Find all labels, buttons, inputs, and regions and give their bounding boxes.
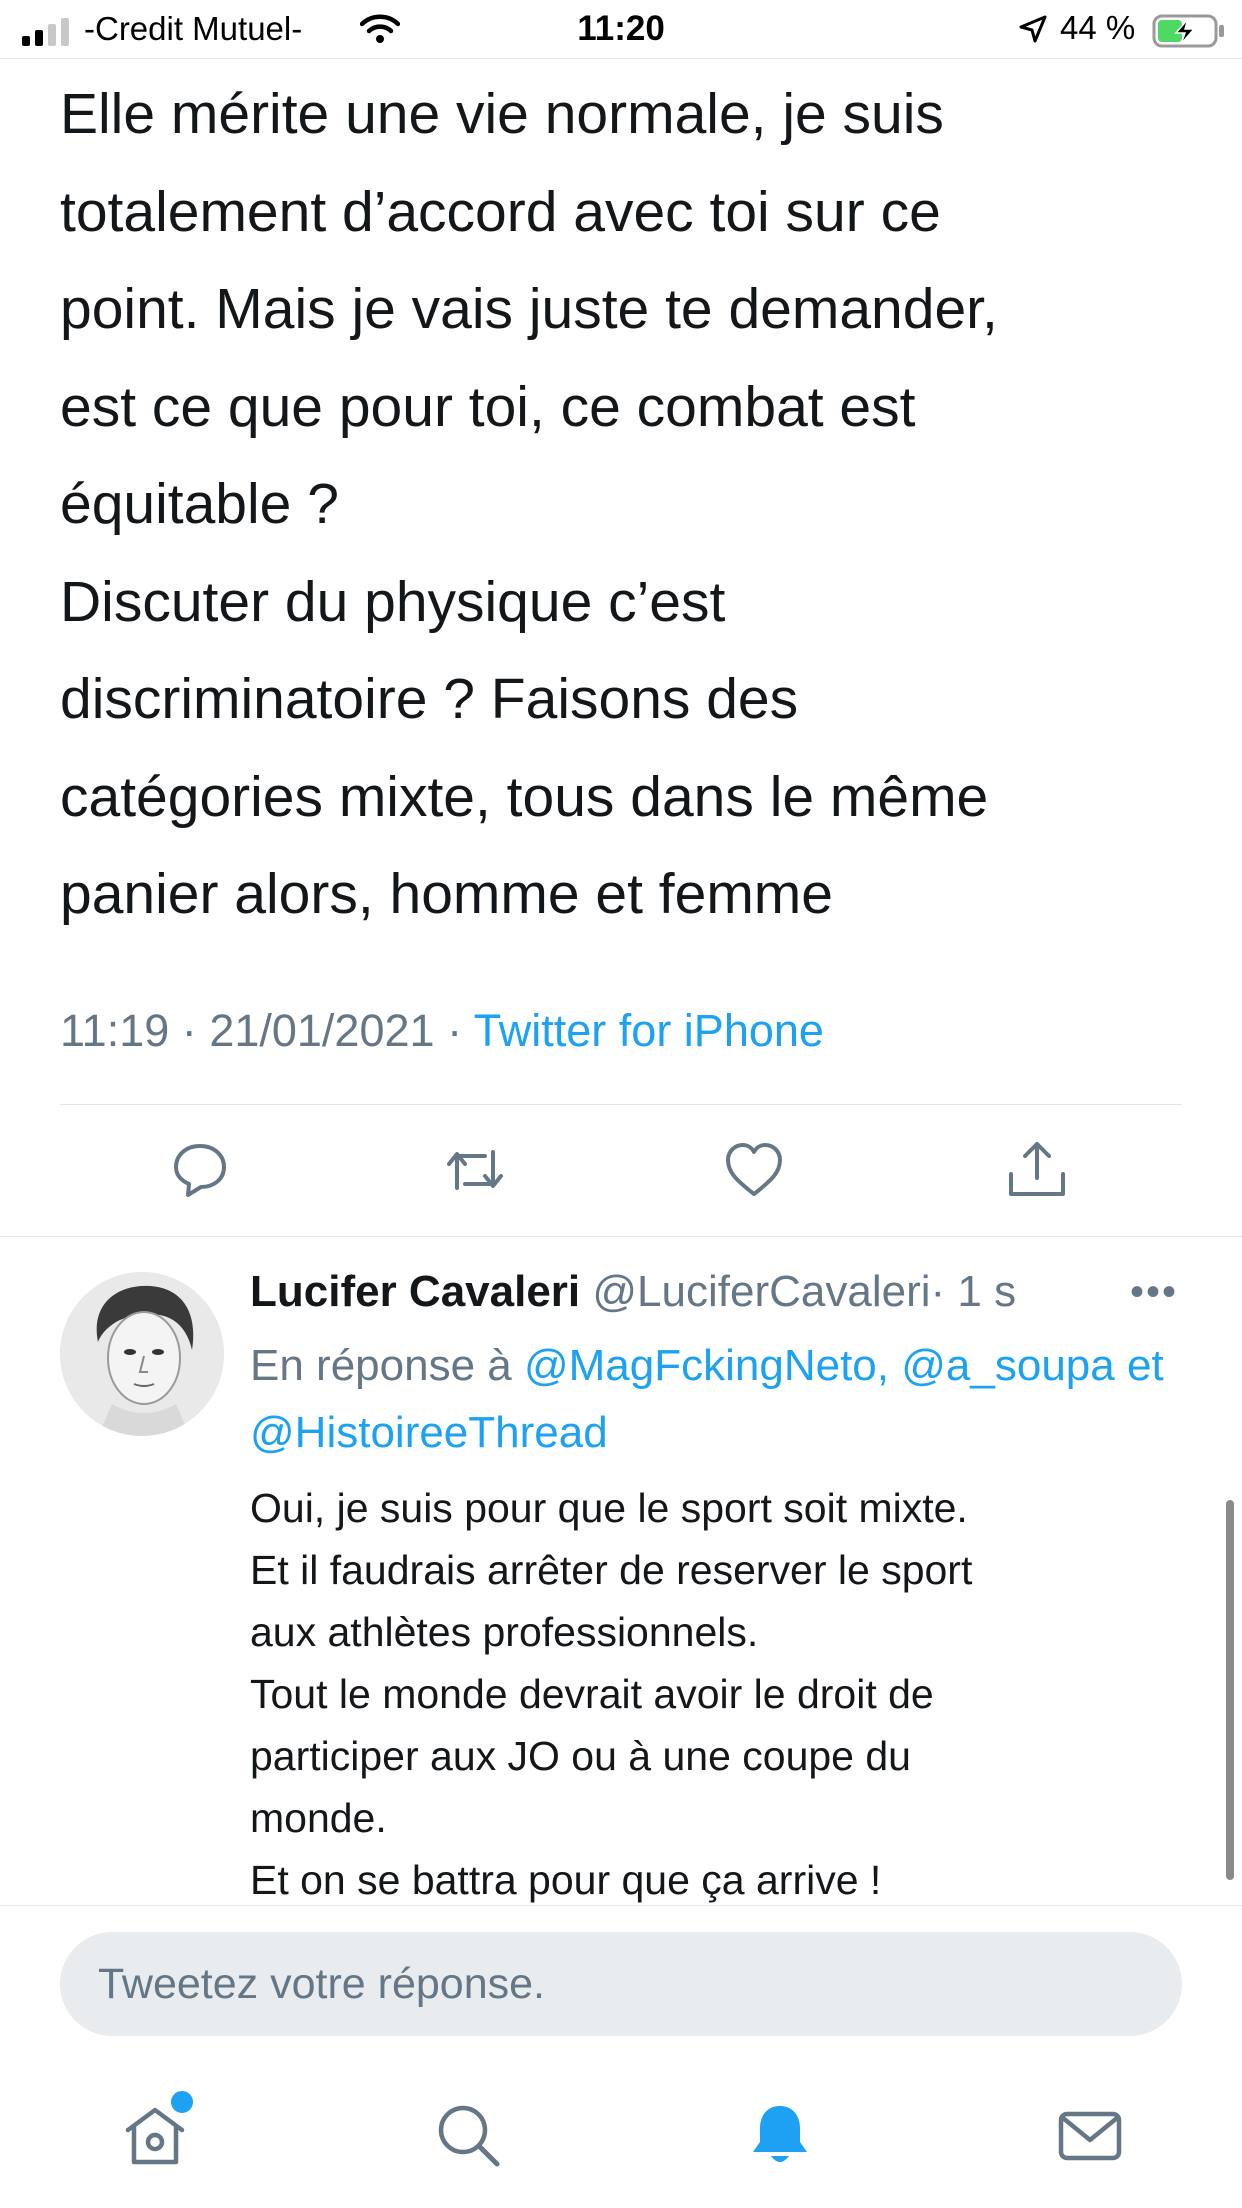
share-icon[interactable] <box>1005 1138 1069 1202</box>
status-time: 11:20 <box>577 9 665 48</box>
tab-messages[interactable] <box>1055 2100 1125 2170</box>
compose-placeholder: Tweetez votre réponse. <box>98 1960 545 2008</box>
avatar[interactable] <box>60 1272 224 1436</box>
in-reply-prefix: En réponse à <box>250 1341 512 1390</box>
divider <box>60 1104 1182 1105</box>
mention-link[interactable]: @HistoireeThread <box>250 1408 608 1457</box>
reply-compose-field[interactable]: Tweetez votre réponse. <box>60 1932 1182 2036</box>
tab-search[interactable] <box>433 2100 503 2170</box>
meta-separator: · <box>447 1005 463 1056</box>
in-reply-conjunction: et <box>1126 1341 1164 1390</box>
location-arrow-icon <box>1019 15 1047 43</box>
notifications-icon <box>753 2106 807 2162</box>
tab-notifications[interactable] <box>745 2100 815 2170</box>
retweet-icon[interactable] <box>443 1138 507 1202</box>
tweet-time: 11:19 <box>60 1005 170 1056</box>
battery-icon <box>1152 14 1224 48</box>
reply-author-name[interactable]: Lucifer Cavaleri <box>250 1267 580 1316</box>
scrollbar[interactable] <box>1226 1500 1234 1880</box>
more-options-icon[interactable]: ••• <box>1130 1270 1178 1315</box>
mention-link[interactable]: @MagFckingNeto, <box>524 1341 889 1390</box>
notification-dot <box>168 2088 196 2116</box>
battery-percent: 44 % <box>1060 9 1136 46</box>
meta-separator: · <box>181 1005 197 1056</box>
reply-text: Oui, je suis pour que le sport soit mixt… <box>250 1485 973 1903</box>
divider <box>0 1236 1242 1237</box>
reply-icon[interactable] <box>168 1138 232 1202</box>
reply-time: · 1 s <box>930 1267 1017 1316</box>
in-reply-to: En réponse à @MagFckingNeto, @a_soupa et… <box>250 1332 1210 1466</box>
search-icon <box>438 2105 500 2167</box>
reply-header: Lucifer Cavaleri @LuciferCavaleri· 1 s <box>250 1267 1016 1317</box>
reply-author-handle[interactable]: @LuciferCavaleri <box>592 1267 930 1316</box>
mention-link[interactable]: @a_soupa <box>901 1341 1115 1390</box>
divider <box>0 1905 1242 1906</box>
status-bar: -Credit Mutuel- 11:20 44 % <box>0 0 1242 59</box>
tweet-source-link[interactable]: Twitter for iPhone <box>474 1005 824 1056</box>
tweet-text: Elle mérite une vie normale, je suis tot… <box>60 82 998 926</box>
like-icon[interactable] <box>722 1138 786 1202</box>
tweet-meta: 11:19 · 21/01/2021 · Twitter for iPhone <box>60 1005 824 1057</box>
tweet-date: 21/01/2021 <box>209 1005 435 1056</box>
messages-icon <box>1058 2111 1122 2161</box>
tweet-actions <box>0 1138 1242 1206</box>
